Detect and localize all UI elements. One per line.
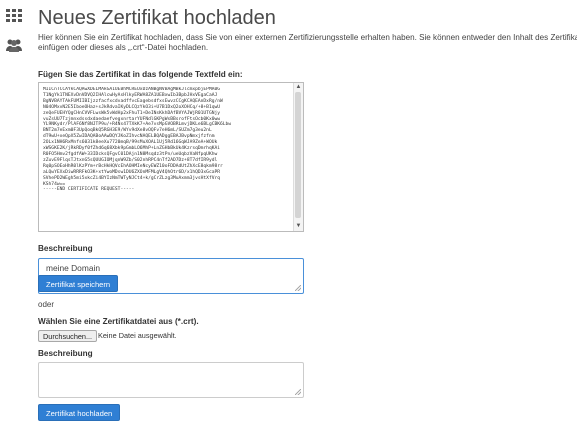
no-file-text: Keine Datei ausgewählt. — [98, 331, 177, 340]
resize-handle-icon[interactable] — [295, 285, 301, 291]
browse-button[interactable]: Durchsuchen... — [38, 330, 98, 342]
certificate-text: MIICnTCCAYkCAQAwXDELMAkGA1UEBhMCREUxDzAN… — [43, 87, 232, 193]
main-content: Neues Zertifikat hochladen Hier können S… — [38, 0, 577, 423]
description-label-2: Beschreibung — [38, 349, 93, 358]
users-icon[interactable] — [6, 38, 22, 52]
description-textarea-2[interactable] — [38, 362, 304, 398]
description-label: Beschreibung — [38, 244, 93, 253]
description-value: meine Domain — [46, 263, 100, 273]
certificate-scrollbar[interactable]: ▲ ▼ — [293, 83, 303, 231]
save-certificate-button[interactable]: Zertifikat speichern — [38, 275, 119, 292]
page-title: Neues Zertifikat hochladen — [38, 7, 276, 29]
page-description: Hier können Sie ein Zertifikat hochladen… — [38, 33, 577, 52]
resize-handle-icon[interactable] — [295, 389, 301, 395]
paste-label: Fügen Sie das Zertifikat in das folgende… — [38, 70, 243, 79]
file-select-label: Wählen Sie eine Zertifikatdatei aus (*.c… — [38, 317, 199, 326]
certificate-textarea[interactable]: MIICnTCCAYkCAQAwXDELMAkGA1UEBhMCREUxDzAN… — [38, 82, 304, 232]
left-sidebar — [0, 0, 26, 423]
scroll-down-icon[interactable]: ▼ — [295, 223, 302, 230]
scroll-thumb[interactable] — [295, 92, 301, 218]
upload-certificate-button[interactable]: Zertifikat hochladen — [38, 404, 121, 421]
grid-icon[interactable] — [6, 9, 22, 23]
scroll-up-icon[interactable]: ▲ — [295, 84, 302, 91]
or-text: oder — [38, 300, 55, 309]
